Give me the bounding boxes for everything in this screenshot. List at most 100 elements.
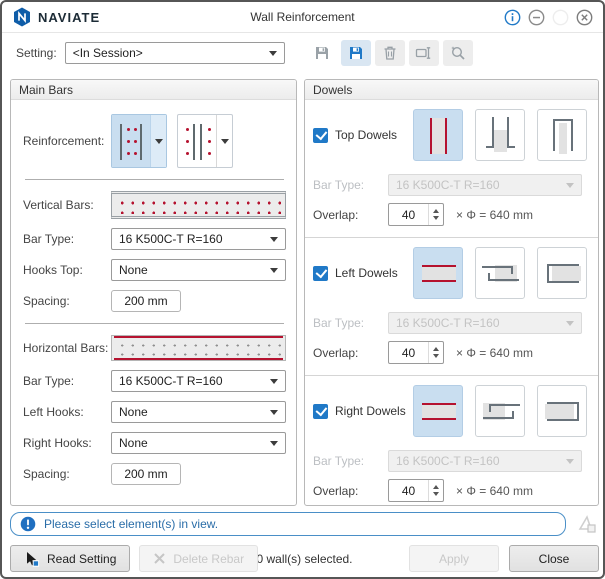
vertical-bar-type-dropdown[interactable]: 16 K500C-T R=160 <box>111 228 286 250</box>
left-overlap-label: Overlap: <box>313 345 359 360</box>
spin-up-icon[interactable] <box>433 485 439 489</box>
right-dowels-bent-option[interactable] <box>475 385 525 437</box>
wall-band-icon <box>422 405 456 418</box>
spin-down-icon[interactable] <box>433 354 439 358</box>
top-bar-type-value: 16 K500C-T R=160 <box>396 178 500 192</box>
wall-band-icon <box>432 118 445 154</box>
left-hooks-dropdown[interactable]: None <box>111 401 286 423</box>
status-message: Please select element(s) in view. <box>44 517 219 531</box>
left-overlap-formula: × Φ = 640 mm <box>456 345 533 360</box>
chevron-down-icon <box>566 320 574 326</box>
top-bar-type-dropdown: 16 K500C-T R=160 <box>388 174 582 196</box>
u-shape-icon <box>553 119 573 151</box>
spin-up-icon[interactable] <box>433 347 439 351</box>
left-dowels-label: Left Dowels <box>335 266 398 280</box>
right-bar-type-value: 16 K500C-T R=160 <box>396 454 500 468</box>
preview-setting-button[interactable] <box>442 40 473 66</box>
minimize-icon[interactable] <box>528 9 545 26</box>
top-dowels-u-shape-option[interactable] <box>537 109 587 161</box>
left-bar-type-label: Bar Type: <box>313 316 365 330</box>
save-button[interactable] <box>307 40 337 66</box>
chevron-down-icon <box>268 50 277 56</box>
x-icon <box>154 553 166 564</box>
reinforcement-option-outside[interactable] <box>177 114 233 168</box>
left-dowels-section: Left Dowels Bar Type: 16 K500C-T R=160 O… <box>305 238 598 376</box>
top-dowels-straight-option[interactable] <box>413 109 463 161</box>
setting-dropdown[interactable]: <In Session> <box>64 42 285 64</box>
horizontal-spacing-field[interactable]: 200 mm <box>111 463 181 485</box>
close-label: Close <box>538 551 570 566</box>
left-dowels-checkbox[interactable]: Left Dowels <box>313 265 413 281</box>
c-shape-icon <box>547 402 579 421</box>
close-icon[interactable] <box>576 9 593 26</box>
setting-value: <In Session> <box>72 46 143 60</box>
cursor-icon <box>27 551 40 567</box>
chevron-down-icon <box>566 182 574 188</box>
right-overlap-formula: × Φ = 640 mm <box>456 483 533 498</box>
save-icon <box>315 47 328 59</box>
reinforcement-inside-icon <box>112 115 150 167</box>
reinforcement-inside-dropdown[interactable] <box>150 115 166 167</box>
spinner-arrows[interactable] <box>428 480 443 501</box>
main-bars-panel: Main Bars Reinforcement: Vertical Bars: … <box>10 79 297 506</box>
vertical-bar-type-value: 16 K500C-T R=160 <box>119 232 223 246</box>
top-dowels-checkbox[interactable]: Top Dowels <box>313 127 413 143</box>
rename-icon <box>416 47 431 59</box>
read-setting-button[interactable]: Read Setting <box>10 545 131 572</box>
top-dowels-bent-option[interactable] <box>475 109 525 161</box>
right-dowels-section: Right Dowels Bar Type: 16 K500C-T R=160 … <box>305 376 598 505</box>
close-button[interactable]: Close <box>509 545 599 572</box>
section-view-icon-disabled <box>578 515 596 533</box>
horizontal-bar-type-dropdown[interactable]: 16 K500C-T R=160 <box>111 370 286 392</box>
right-overlap-label: Overlap: <box>313 483 359 498</box>
left-overlap-spinner[interactable]: 40 <box>388 341 444 364</box>
left-bar-type-value: 16 K500C-T R=160 <box>396 316 500 330</box>
left-hooks-value: None <box>119 405 148 419</box>
spin-down-icon[interactable] <box>433 492 439 496</box>
checkbox-checked-icon <box>313 403 328 419</box>
spinner-arrows[interactable] <box>428 342 443 363</box>
content-area: Main Bars Reinforcement: Vertical Bars: … <box>10 79 599 506</box>
horizontal-spacing-label: Spacing: <box>23 467 70 481</box>
vertical-bars-preview <box>111 191 286 219</box>
dowels-panel: Dowels Top Dowels Bar Type: 16 K500C-T R… <box>304 79 599 506</box>
chevron-down-icon <box>566 458 574 464</box>
info-icon[interactable] <box>504 9 521 26</box>
right-dowels-straight-option[interactable] <box>413 385 463 437</box>
trash-icon <box>384 46 396 60</box>
spin-down-icon[interactable] <box>433 216 439 220</box>
hooks-top-dropdown[interactable]: None <box>111 259 286 281</box>
vertical-spacing-field[interactable]: 200 mm <box>111 290 181 312</box>
right-dowels-checkbox[interactable]: Right Dowels <box>313 403 413 419</box>
apply-button: Apply <box>409 545 499 572</box>
right-overlap-spinner[interactable]: 40 <box>388 479 444 502</box>
rebar-dots-pattern <box>114 336 283 360</box>
dowels-header: Dowels <box>305 80 598 100</box>
hooks-top-value: None <box>119 263 148 277</box>
horizontal-bar-type-value: 16 K500C-T R=160 <box>119 374 223 388</box>
reinforcement-outside-icon <box>178 115 216 167</box>
chevron-down-icon <box>270 378 278 384</box>
reinforcement-label: Reinforcement: <box>23 134 105 148</box>
naviate-logo: NAVIATE <box>12 7 100 27</box>
left-dowels-straight-option[interactable] <box>413 247 463 299</box>
vertical-spacing-label: Spacing: <box>23 294 70 308</box>
left-dowels-u-shape-option[interactable] <box>537 247 587 299</box>
right-dowels-u-shape-option[interactable] <box>537 385 587 437</box>
maximize-icon-disabled <box>552 9 569 26</box>
spin-up-icon[interactable] <box>433 209 439 213</box>
save-as-button[interactable] <box>340 40 371 66</box>
delete-setting-button[interactable] <box>374 40 405 66</box>
spinner-arrows[interactable] <box>428 204 443 225</box>
left-overlap-value: 40 <box>401 345 416 360</box>
chevron-down-icon <box>270 440 278 446</box>
top-overlap-spinner[interactable]: 40 <box>388 203 444 226</box>
delete-rebar-button: Delete Rebar <box>139 545 259 572</box>
reinforcement-outside-dropdown[interactable] <box>216 115 232 167</box>
right-hooks-dropdown[interactable]: None <box>111 432 286 454</box>
reinforcement-option-inside[interactable] <box>111 114 167 168</box>
rename-setting-button[interactable] <box>408 40 439 66</box>
left-dowels-bent-option[interactable] <box>475 247 525 299</box>
delete-rebar-label: Delete Rebar <box>173 551 245 566</box>
horizontal-bars-label: Horizontal Bars: <box>23 341 109 355</box>
